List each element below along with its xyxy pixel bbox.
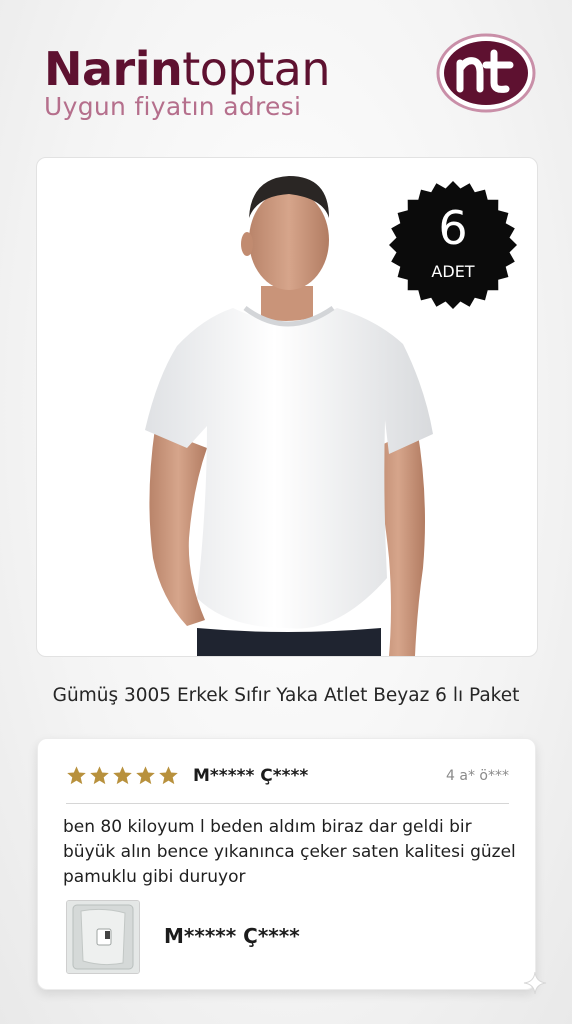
- star-icon: [90, 766, 109, 785]
- star-icon: [159, 766, 178, 785]
- review-date: 4 a* ö***: [446, 768, 509, 784]
- brand-name-bold: Narin: [44, 42, 183, 96]
- brand-tagline: Uygun fiyatın adresi: [44, 92, 302, 121]
- brand-name: Narintoptan: [44, 40, 331, 98]
- star-rating: [66, 765, 179, 787]
- brand-name-regular: toptan: [182, 42, 331, 96]
- star-icon: [67, 766, 86, 785]
- sparkle-icon: [523, 971, 547, 995]
- quantity-badge: 6 ADET: [388, 180, 518, 310]
- review-text: ben 80 kiloyum l beden aldım biraz dar g…: [63, 817, 516, 887]
- brand-logo-icon: [436, 33, 536, 113]
- review-photo-icon: [67, 901, 139, 973]
- product-title[interactable]: Gümüş 3005 Erkek Sıfır Yaka Atlet Beyaz …: [0, 683, 572, 709]
- badge-unit: ADET: [431, 262, 475, 281]
- review-divider: [66, 803, 509, 804]
- badge-count: 6: [438, 201, 468, 255]
- star-icon: [136, 766, 155, 785]
- reviewer-name-secondary: M***** Ç****: [164, 924, 300, 948]
- review-photo-thumbnail[interactable]: [66, 900, 140, 974]
- product-card[interactable]: 6 ADET: [36, 157, 538, 657]
- reviewer-name: M***** Ç****: [193, 766, 309, 786]
- star-icon: [113, 766, 132, 785]
- review-card: M***** Ç**** 4 a* ö*** ben 80 kiloyum l …: [37, 738, 536, 990]
